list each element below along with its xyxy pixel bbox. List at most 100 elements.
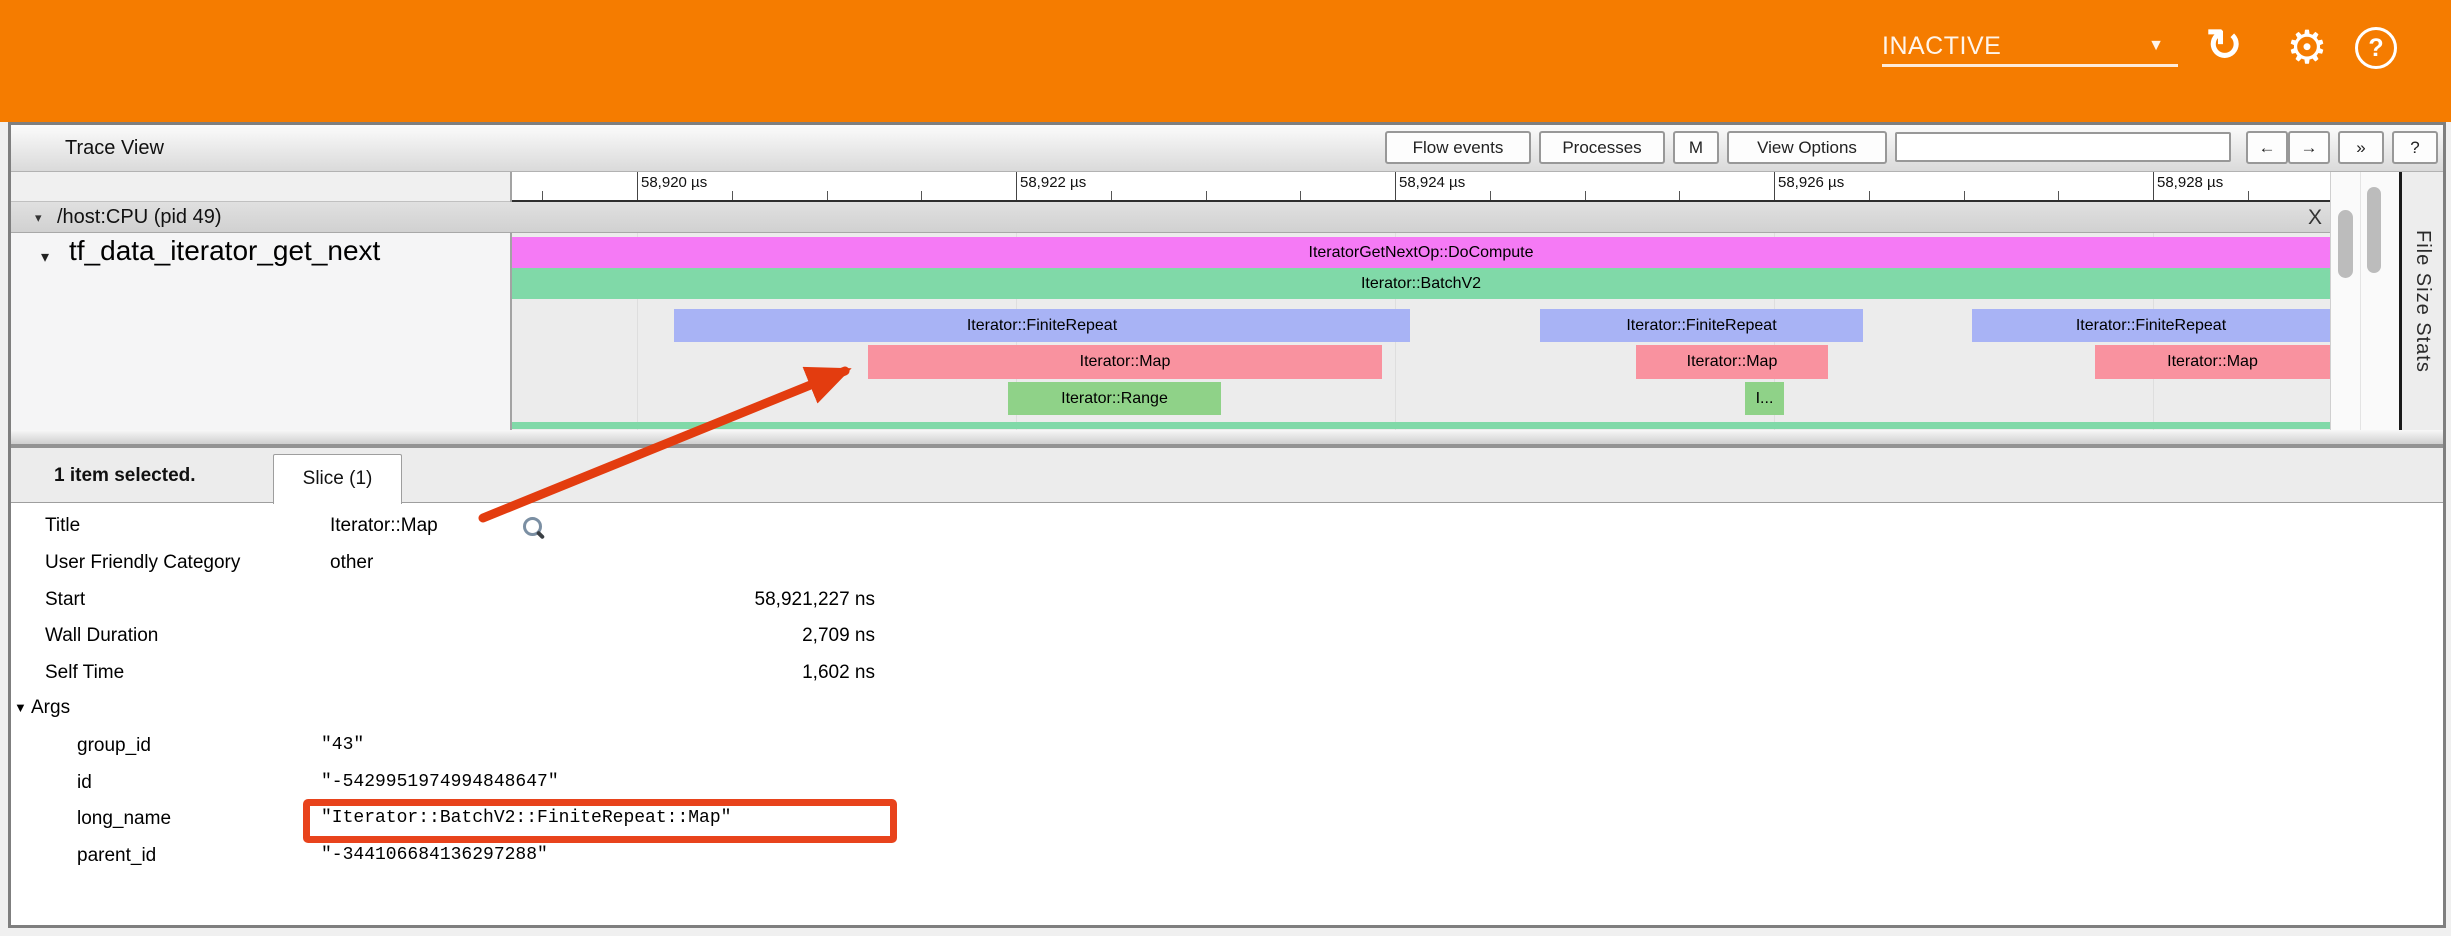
track-label[interactable]: tf_data_iterator_get_next bbox=[69, 235, 380, 267]
next-result-button[interactable]: → bbox=[2288, 131, 2330, 164]
scrollbar-area bbox=[2330, 172, 2399, 430]
ruler-minor-tick bbox=[827, 191, 828, 200]
gear-icon[interactable]: ⚙ bbox=[2283, 20, 2331, 74]
arg-value: "-5429951974994848647" bbox=[321, 764, 559, 801]
scrollbar-divider bbox=[2360, 172, 2361, 430]
ruler-tick-label: 58,926 µs bbox=[1778, 174, 1844, 191]
ruler-minor-tick bbox=[2058, 191, 2059, 200]
ruler-major-tick bbox=[1016, 172, 1017, 200]
more-button[interactable]: » bbox=[2338, 131, 2384, 164]
collapse-caret-icon[interactable]: ▾ bbox=[41, 247, 49, 267]
details-header: 1 item selected. Slice (1) bbox=[11, 448, 2443, 503]
arg-key: id bbox=[77, 764, 92, 801]
app-header: INACTIVE ▼ ↻ ⚙ ? bbox=[0, 0, 2451, 122]
chevron-down-icon: ▼ bbox=[2148, 37, 2164, 55]
ruler-minor-tick bbox=[542, 191, 543, 200]
ruler-minor-tick bbox=[921, 191, 922, 200]
detail-row: Start58,921,227 ns bbox=[11, 581, 2443, 618]
run-state-label: INACTIVE bbox=[1882, 32, 2001, 61]
magnifier-icon[interactable] bbox=[523, 517, 542, 536]
trace-event-bar[interactable]: Iterator::FiniteRepeat bbox=[1972, 309, 2330, 342]
ruler-minor-tick bbox=[1964, 191, 1965, 200]
detail-row: Self Time 1,602 ns bbox=[11, 654, 2443, 691]
run-state-dropdown[interactable]: INACTIVE ▼ bbox=[1882, 28, 2178, 67]
ruler: 58,920 µs58,922 µs58,924 µs58,926 µs58,9… bbox=[512, 172, 2330, 202]
trace-event-bar[interactable]: Iterator::FiniteRepeat bbox=[1540, 309, 1863, 342]
arg-key: long_name bbox=[77, 800, 171, 837]
detail-row-value: other bbox=[330, 544, 875, 581]
ruler-left-gutter bbox=[11, 172, 510, 202]
arg-value: "-344106684136297288" bbox=[321, 837, 548, 874]
ruler-minor-tick bbox=[1679, 191, 1680, 200]
panel-splitter[interactable] bbox=[11, 430, 2443, 448]
detail-row-value: Iterator::Map bbox=[330, 507, 875, 544]
trace-event-bar[interactable]: Iterator::Map bbox=[1636, 345, 1828, 379]
detail-row-value: 2,709 ns bbox=[330, 617, 875, 654]
ruler-minor-tick bbox=[1206, 191, 1207, 200]
ruler-minor-tick bbox=[1300, 191, 1301, 200]
detail-row-label: Self Time bbox=[45, 654, 124, 691]
detail-row-label: Start bbox=[45, 581, 85, 618]
args-label: Args bbox=[31, 689, 70, 726]
ruler-tick-label: 58,928 µs bbox=[2157, 174, 2223, 191]
partial-row-strip bbox=[512, 422, 2330, 429]
details-panel: 1 item selected. Slice (1) Title Iterator… bbox=[11, 448, 2443, 925]
detail-row-label: Title bbox=[45, 507, 80, 544]
ruler-minor-tick bbox=[732, 191, 733, 200]
detail-row-label: User Friendly Category bbox=[45, 544, 240, 581]
ruler-tick-label: 58,924 µs bbox=[1399, 174, 1465, 191]
view-options-button[interactable]: View Options bbox=[1727, 131, 1887, 164]
ruler-major-tick bbox=[1395, 172, 1396, 200]
ruler-minor-tick bbox=[2248, 191, 2249, 200]
collapse-caret-icon[interactable]: ▾ bbox=[35, 202, 42, 233]
arg-key: parent_id bbox=[77, 837, 156, 874]
trace-event-bar[interactable]: I... bbox=[1745, 382, 1784, 415]
ruler-minor-tick bbox=[1585, 191, 1586, 200]
arg-row: group_id "43" bbox=[11, 727, 2443, 764]
arg-row: long_name "Iterator::BatchV2::FiniteRepea… bbox=[11, 800, 2443, 837]
help-icon[interactable]: ? bbox=[2355, 27, 2397, 69]
metadata-button[interactable]: M bbox=[1673, 131, 1719, 164]
toolbar-help-button[interactable]: ? bbox=[2392, 131, 2438, 164]
file-size-stats-panel[interactable]: File Size Stats bbox=[2399, 172, 2443, 430]
track-label-column: ▾ tf_data_iterator_get_next bbox=[11, 233, 510, 430]
ruler-major-tick bbox=[637, 172, 638, 200]
arg-row: id "-5429951974994848647" bbox=[11, 764, 2443, 801]
ruler-minor-tick bbox=[1490, 191, 1491, 200]
collapse-caret-icon[interactable]: ▼ bbox=[14, 689, 27, 726]
ruler-minor-tick bbox=[1111, 191, 1112, 200]
arg-value: "43" bbox=[321, 727, 364, 764]
tab-slice[interactable]: Slice (1) bbox=[273, 454, 402, 504]
flow-events-button[interactable]: Flow events bbox=[1385, 131, 1531, 164]
trace-toolbar: Trace View Flow events Processes M View … bbox=[11, 125, 2443, 172]
scrollbar-thumb[interactable] bbox=[2338, 210, 2353, 278]
search-input[interactable] bbox=[1895, 132, 2231, 162]
detail-row-label: Wall Duration bbox=[45, 617, 158, 654]
detail-row: User Friendly Category other bbox=[11, 544, 2443, 581]
detail-row: Wall Duration 2,709 ns bbox=[11, 617, 2443, 654]
refresh-icon[interactable]: ↻ bbox=[2200, 18, 2248, 74]
scrollbar-thumb[interactable] bbox=[2367, 187, 2381, 273]
trace-event-bar[interactable]: Iterator::Range bbox=[1008, 382, 1221, 415]
arg-key: group_id bbox=[77, 727, 151, 764]
ruler-minor-tick bbox=[1869, 191, 1870, 200]
close-icon[interactable]: X bbox=[2300, 202, 2330, 233]
file-size-stats-label: File Size Stats bbox=[2411, 230, 2434, 373]
trace-event-bar[interactable]: Iterator::Map bbox=[868, 345, 1382, 379]
args-section-header[interactable]: ▼ Args bbox=[11, 689, 2443, 726]
ruler-tick-label: 58,920 µs bbox=[641, 174, 707, 191]
trace-event-bar[interactable]: Iterator::FiniteRepeat bbox=[674, 309, 1410, 342]
process-header[interactable]: ▾ /host:CPU (pid 49) X bbox=[11, 202, 2330, 233]
trace-event-bar[interactable]: Iterator::Map bbox=[2095, 345, 2330, 379]
arg-row: parent_id "-344106684136297288" bbox=[11, 837, 2443, 874]
prev-result-button[interactable]: ← bbox=[2246, 131, 2288, 164]
ruler-major-tick bbox=[2153, 172, 2154, 200]
processes-button[interactable]: Processes bbox=[1539, 131, 1665, 164]
process-label: /host:CPU (pid 49) bbox=[57, 202, 222, 233]
detail-row-value: 1,602 ns bbox=[330, 654, 875, 691]
ruler-major-tick bbox=[1774, 172, 1775, 200]
detail-row: Title Iterator::Map bbox=[11, 507, 2443, 544]
trace-event-bar[interactable]: IteratorGetNextOp::DoCompute bbox=[512, 237, 2330, 268]
arg-value: "Iterator::BatchV2::FiniteRepeat::Map" bbox=[321, 800, 731, 837]
trace-event-bar[interactable]: Iterator::BatchV2 bbox=[512, 268, 2330, 299]
